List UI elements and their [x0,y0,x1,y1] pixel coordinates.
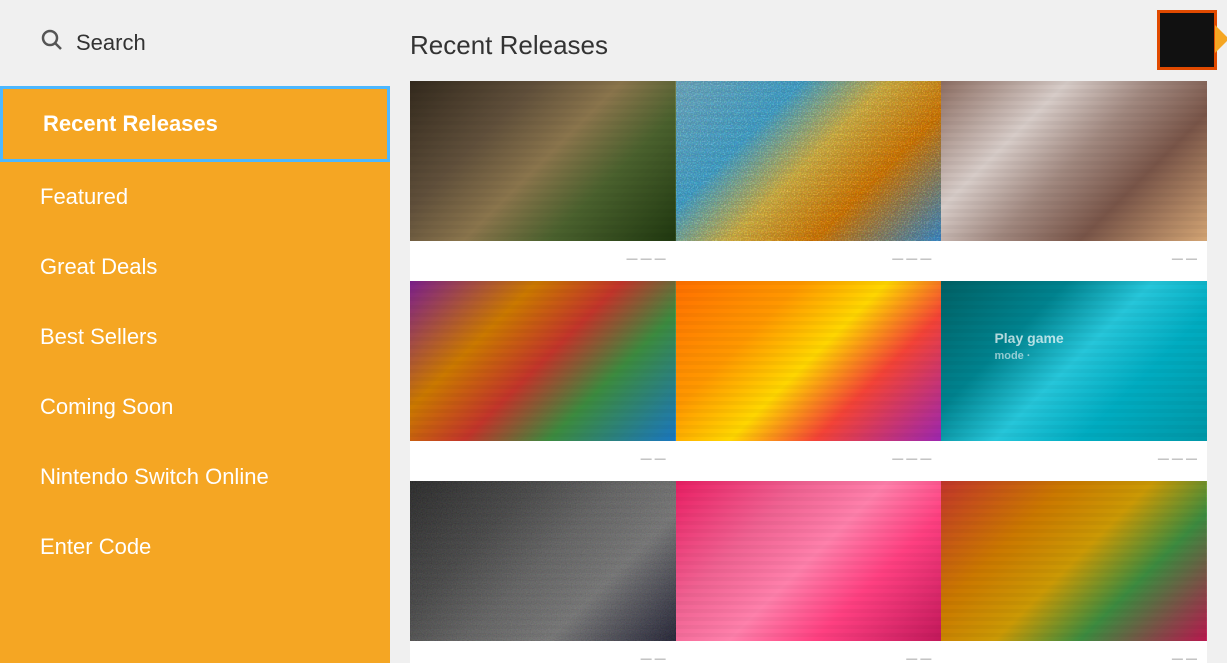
game-thumbnail-5 [676,281,942,441]
game-card-1[interactable]: — — — [410,81,676,281]
game-card-9[interactable]: — — [941,481,1207,663]
game-card-5[interactable]: — — — [676,281,942,481]
game-price-8: — — [906,653,931,663]
sidebar-item-label: Enter Code [40,534,151,559]
sidebar-item-label: Recent Releases [43,111,218,136]
search-icon [40,28,64,58]
sidebar-item-enter-code[interactable]: Enter Code [0,512,390,582]
game-price-5: — — — [892,453,931,465]
game-info-3: — — [941,241,1207,281]
game-info-2: — — — [676,241,942,281]
sidebar-item-label: Great Deals [40,254,157,279]
sidebar-item-search[interactable]: Search [0,0,390,86]
game-thumbnail-9 [941,481,1207,641]
sidebar-item-label: Best Sellers [40,324,157,349]
chevron-right-icon [1215,25,1227,53]
game-info-1: — — — [410,241,676,281]
game-card-3[interactable]: — — [941,81,1207,281]
main-content: Recent Releases — — — [390,0,1227,663]
section-title: Recent Releases [410,30,1207,61]
game-thumbnail-6: Play game mode · [941,281,1207,441]
sidebar-item-label: Nintendo Switch Online [40,464,269,489]
game-info-9: — — [941,641,1207,663]
game-info-5: — — — [676,441,942,481]
sidebar-item-great-deals[interactable]: Great Deals [0,232,390,302]
game-info-6: — — — [941,441,1207,481]
game-info-7: — — [410,641,676,663]
game-thumbnail-3 [941,81,1207,241]
sidebar-item-best-sellers[interactable]: Best Sellers [0,302,390,372]
game-thumbnail-2 [676,81,942,241]
game-card-8[interactable]: — — [676,481,942,663]
profile-icon[interactable] [1157,10,1217,70]
game-price-4: — — [641,453,666,465]
sidebar-item-label: Featured [40,184,128,209]
sidebar-item-recent-releases[interactable]: Recent Releases [0,86,390,162]
game-card-7[interactable]: — — [410,481,676,663]
game-price-9: — — [1172,653,1197,663]
game-price-3: — — [1172,253,1197,265]
game-thumbnail-7 [410,481,676,641]
sidebar-item-coming-soon[interactable]: Coming Soon [0,372,390,442]
game-thumbnail-8 [676,481,942,641]
game-price-1: — — — [627,253,666,265]
game-card-6[interactable]: Play game mode · — — — [941,281,1207,481]
sidebar-item-nintendo-switch-online[interactable]: Nintendo Switch Online [0,442,390,512]
game-price-6: — — — [1158,453,1197,465]
game-info-4: — — [410,441,676,481]
game-card-2[interactable]: — — — [676,81,942,281]
game-info-8: — — [676,641,942,663]
sidebar: Search Recent Releases Featured Great De… [0,0,390,663]
search-label: Search [76,30,146,56]
sidebar-item-label: Coming Soon [40,394,173,419]
game-card-4[interactable]: — — [410,281,676,481]
game-thumbnail-1 [410,81,676,241]
game-thumbnail-4 [410,281,676,441]
sidebar-item-featured[interactable]: Featured [0,162,390,232]
games-grid: — — — — — — — — [410,81,1207,663]
game-price-2: — — — [892,253,931,265]
game-price-7: — — [641,653,666,663]
